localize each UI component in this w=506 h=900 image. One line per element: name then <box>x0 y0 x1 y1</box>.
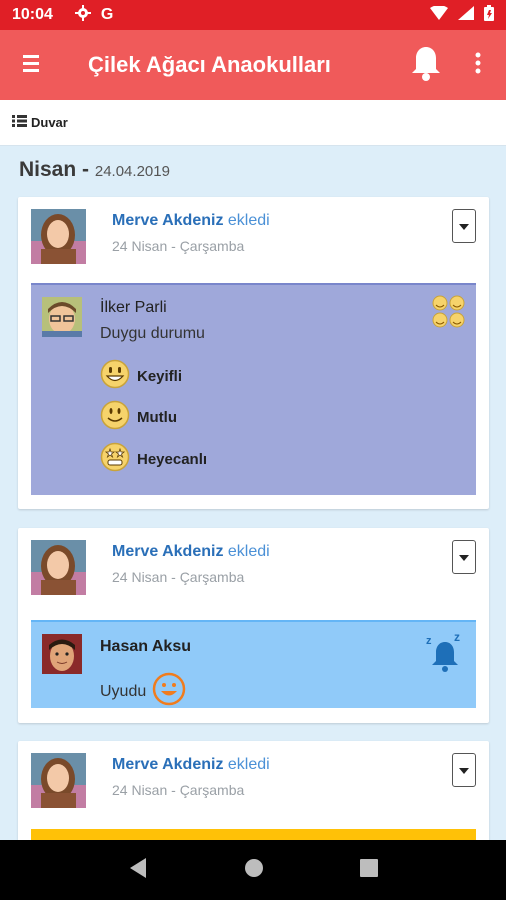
smile-face-icon <box>100 400 130 434</box>
sub-toolbar: Duvar <box>0 100 506 146</box>
post-options-dropdown[interactable] <box>452 540 476 574</box>
list-icon <box>12 115 27 130</box>
app-bar: Çilek Ağacı Anaokulları <box>0 30 506 100</box>
month-header: Nisan - 24.04.2019 <box>19 158 170 182</box>
wifi-icon <box>430 4 448 25</box>
battery-icon <box>484 4 494 26</box>
caret-down-icon <box>459 548 469 566</box>
child-avatar <box>42 297 82 337</box>
post-options-dropdown[interactable] <box>452 753 476 787</box>
sleep-bell-icon: zz <box>424 630 466 679</box>
signal-icon <box>458 5 474 25</box>
status-bar: 10:04 G <box>0 0 506 30</box>
smile-outline-icon <box>152 672 186 711</box>
mood-text: Keyifli <box>137 367 183 385</box>
system-nav-bar <box>0 840 506 900</box>
sleep-status: Uyudu <box>100 672 186 711</box>
author-action: ekledi <box>227 756 270 773</box>
back-button[interactable] <box>128 857 148 884</box>
post-author: Merve Akdeniz ekledi <box>112 756 270 774</box>
author-avatar <box>31 753 86 808</box>
mood-item: Heyecanlı <box>100 442 207 476</box>
settings-gear-icon <box>74 4 91 26</box>
post-date: 24 Nisan - Çarşamba <box>112 569 245 585</box>
author-avatar <box>31 209 86 264</box>
post-date: 24 Nisan - Çarşamba <box>112 238 245 254</box>
post-card: Merve Akdeniz ekledi 24 Nisan - Çarşamba… <box>18 197 489 509</box>
mood-item: Keyifli <box>100 359 182 393</box>
post-options-dropdown[interactable] <box>452 209 476 243</box>
mood-item: Mutlu <box>100 400 177 434</box>
author-name-link[interactable]: Merve Akdeniz <box>112 212 223 229</box>
mood-text: Mutlu <box>137 408 177 426</box>
child-avatar <box>42 634 82 674</box>
home-button[interactable] <box>244 858 264 883</box>
status-time: 10:04 <box>12 6 53 23</box>
mood-panel: İlker Parli Duygu durumu Keyifli Mutlu H… <box>31 283 476 495</box>
bell-icon <box>410 45 442 86</box>
emoji-group-icon <box>432 295 466 334</box>
post-author: Merve Akdeniz ekledi <box>112 212 270 230</box>
caret-down-icon <box>459 217 469 235</box>
sleep-panel: Hasan Aksu Uyudu zz <box>31 620 476 708</box>
child-name: İlker Parli <box>100 299 167 316</box>
svg-text:z: z <box>454 632 460 644</box>
svg-text:z: z <box>426 635 432 647</box>
caret-down-icon <box>459 761 469 779</box>
activity-panel <box>31 829 476 840</box>
menu-button[interactable] <box>0 30 62 100</box>
hamburger-icon <box>23 54 39 77</box>
post-author: Merve Akdeniz ekledi <box>112 543 270 561</box>
sleep-label: Uyudu <box>100 682 147 700</box>
author-name-link[interactable]: Merve Akdeniz <box>112 543 223 560</box>
app-title: Çilek Ağacı Anaokulları <box>88 52 331 77</box>
month-name: Nisan <box>19 158 77 181</box>
happy-face-icon <box>100 359 130 393</box>
author-action: ekledi <box>227 543 270 560</box>
author-name-link[interactable]: Merve Akdeniz <box>112 756 223 773</box>
google-g-icon: G <box>100 6 114 23</box>
recents-button[interactable] <box>360 858 378 882</box>
mood-text: Heyecanlı <box>137 450 208 468</box>
star-eyes-face-icon <box>100 442 130 476</box>
feed[interactable]: Nisan - 24.04.2019 Merve Akdeniz ekledi … <box>0 146 506 840</box>
wall-tab[interactable]: Duvar <box>12 115 68 130</box>
child-name: Hasan Aksu <box>100 638 191 655</box>
mood-label: Duygu durumu <box>100 325 205 342</box>
month-separator: - <box>76 158 95 181</box>
author-avatar <box>31 540 86 595</box>
post-card: Merve Akdeniz ekledi 24 Nisan - Çarşamba… <box>18 528 489 723</box>
wall-label: Duvar <box>31 115 68 130</box>
post-card: Merve Akdeniz ekledi 24 Nisan - Çarşamba <box>18 741 489 840</box>
notifications-button[interactable] <box>402 30 450 100</box>
post-date: 24 Nisan - Çarşamba <box>112 782 245 798</box>
author-action: ekledi <box>227 212 270 229</box>
more-vert-icon <box>475 52 481 79</box>
month-date: 24.04.2019 <box>94 163 170 180</box>
more-options-button[interactable] <box>450 30 506 100</box>
